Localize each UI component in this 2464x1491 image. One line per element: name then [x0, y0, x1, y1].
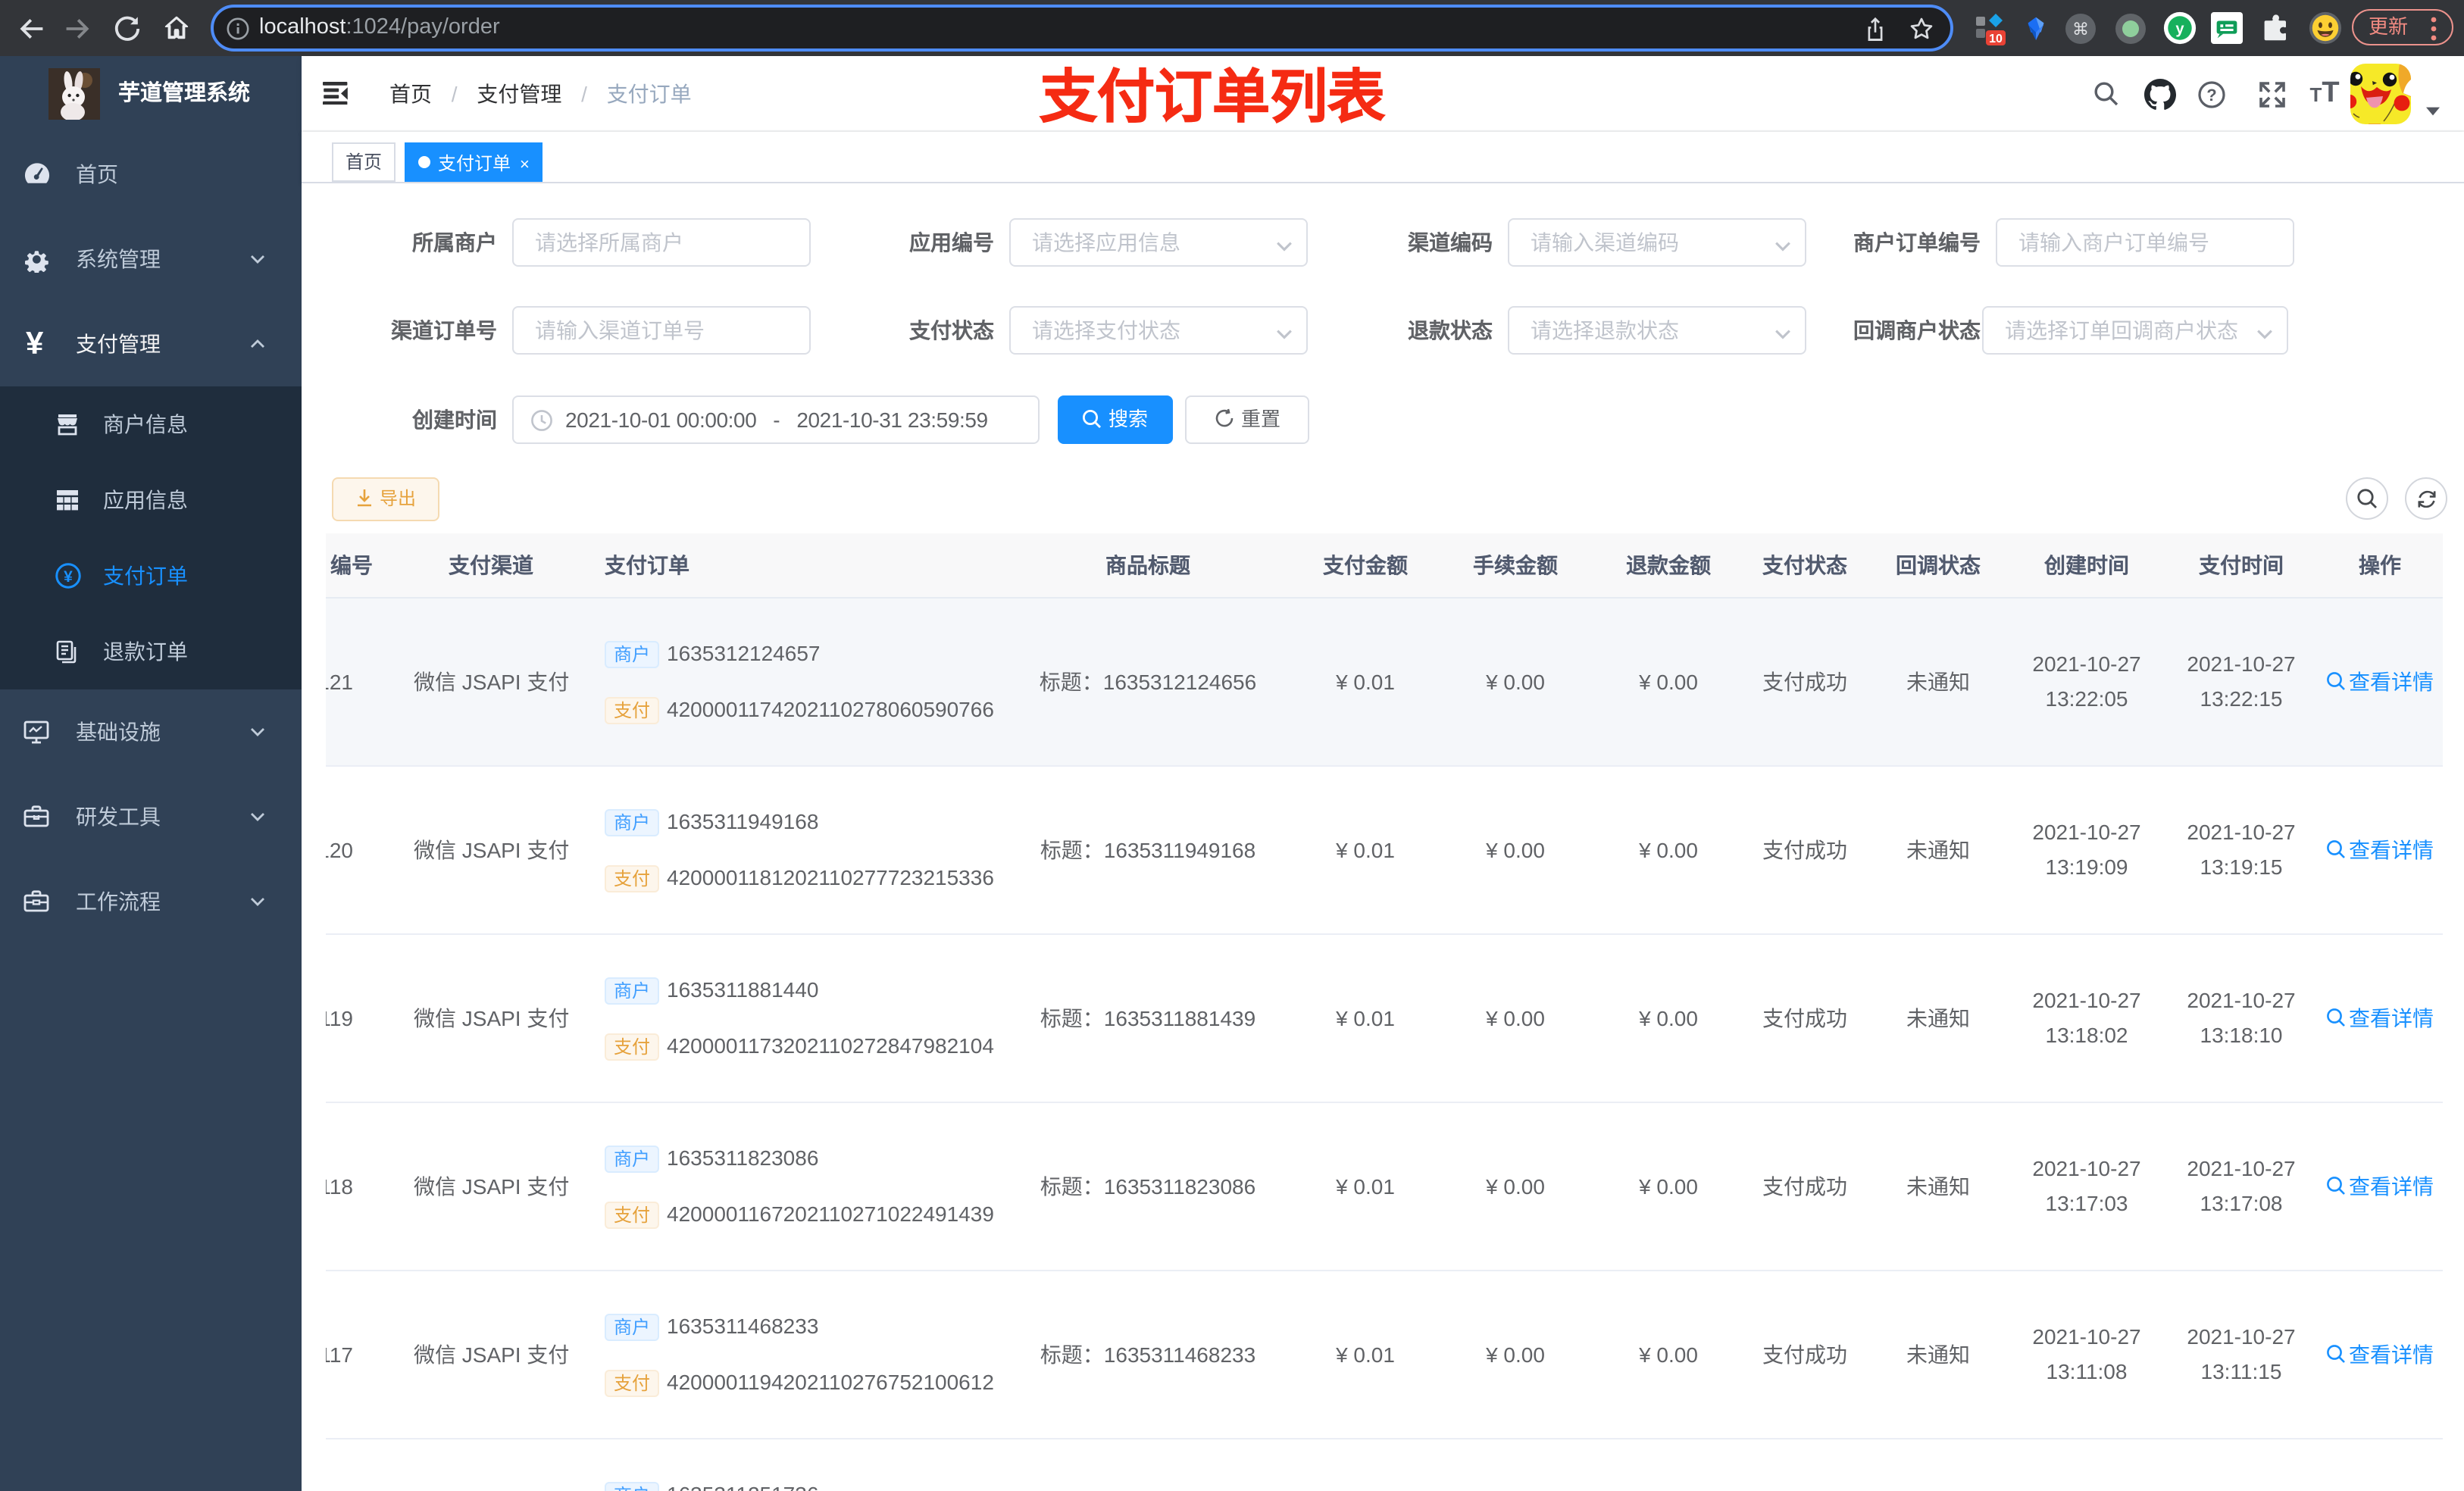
svg-text:?: ?	[2206, 85, 2215, 104]
svg-text:⌘: ⌘	[2072, 19, 2089, 38]
svg-text:y: y	[2175, 21, 2184, 38]
svg-text:10: 10	[1989, 32, 2003, 45]
svg-text:¥: ¥	[64, 568, 73, 586]
